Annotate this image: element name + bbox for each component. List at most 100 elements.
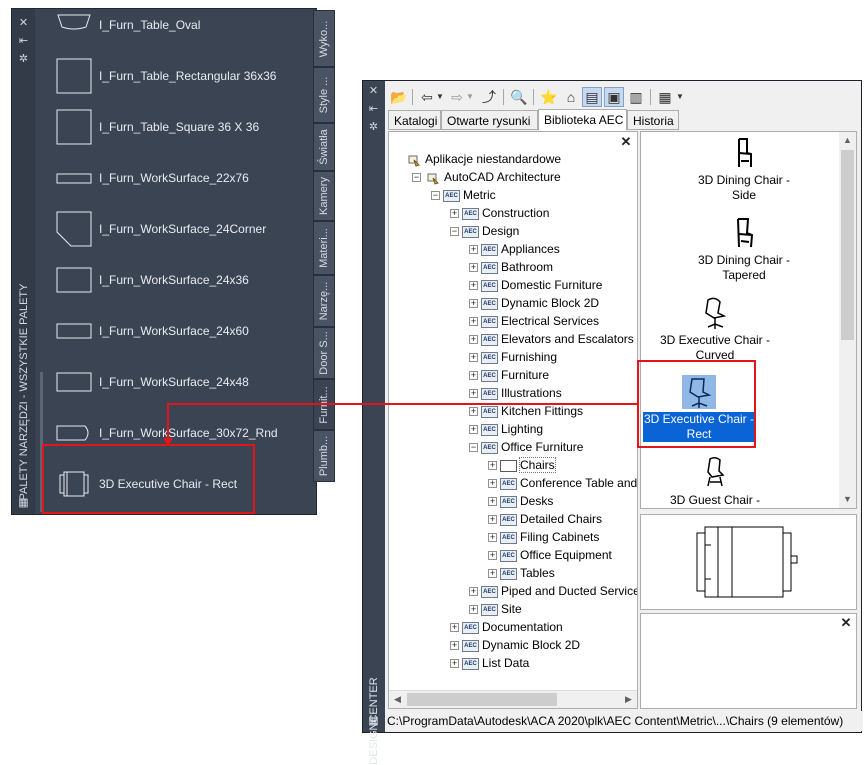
tree-node[interactable]: + AEC Dynamic Block 2D [469,294,599,312]
tab-wyko[interactable]: Wyko... [313,10,335,67]
tool-item[interactable]: I_Furn_WorkSurface_22x76 [56,156,316,200]
tool-item[interactable]: I_Furn_WorkSurface_24x60 [56,309,316,353]
tab-door-s[interactable]: Door S... [313,327,335,379]
tree-node[interactable]: + AEC Domestic Furniture [469,276,602,294]
tool-palette-scrollbar[interactable] [40,372,43,512]
tab-narzedzia[interactable]: Narzę... [313,275,335,327]
tree-node[interactable]: + AEC Filing Cabinets [488,528,599,546]
collapse-icon[interactable]: − [450,227,459,237]
content-item[interactable]: 3D Executive Chair - Curved [645,296,785,363]
tree-node[interactable]: + AEC Dynamic Block 2D [450,636,580,654]
tree-node[interactable]: + AEC Documentation [450,618,563,636]
expand-icon[interactable]: + [469,263,478,273]
tab-kamery[interactable]: Kamery [313,171,335,221]
designcenter-title-bar[interactable]: ✕ ⇤ ✲ DESIGNCENTER ▦ [363,81,385,765]
scroll-right-icon[interactable]: ▶ [620,691,637,708]
expand-icon[interactable]: + [469,353,478,363]
properties-icon[interactable]: ✲ [17,53,30,65]
tab-plumbing[interactable]: Plumb... [313,430,335,482]
expand-icon[interactable]: + [450,623,459,633]
chevron-down-icon[interactable]: ▼ [465,87,475,107]
scrollbar-thumb[interactable] [841,150,854,340]
tree-node[interactable]: − AEC Metric [431,186,496,204]
expand-icon[interactable]: + [450,659,459,669]
tab-historia[interactable]: Historia [627,110,679,130]
content-item[interactable]: 3D Dining Chair - Tapered [689,216,799,283]
forward-icon[interactable]: ⇨ [447,87,467,107]
tool-item[interactable]: I_Furn_Table_Rectangular 36x36 [56,54,316,98]
expand-icon[interactable]: + [469,245,478,255]
auto-hide-icon[interactable]: ⇤ [17,35,30,47]
tree-node[interactable]: − AutoCAD Architecture [412,168,561,186]
scroll-left-icon[interactable]: ◀ [389,691,406,708]
tree-node[interactable]: + AEC Site [469,600,522,618]
tree-node[interactable]: + AEC Bathroom [469,258,553,276]
tool-item[interactable]: I_Furn_WorkSurface_24x48 [56,360,316,404]
tab-katalogi[interactable]: Katalogi [388,110,441,130]
expand-icon[interactable]: + [469,389,478,399]
tree-horizontal-scrollbar[interactable]: ◀ ▶ [389,690,637,708]
tab-biblioteka-aec[interactable]: Biblioteka AEC [538,109,627,131]
search-icon[interactable]: 🔍 [509,87,529,107]
tree-node[interactable]: + AEC Construction [450,204,549,222]
expand-icon[interactable]: + [488,479,497,489]
tree-node[interactable]: Aplikacje niestandardowe [393,150,561,168]
collapse-icon[interactable]: − [412,173,421,183]
tree-view-toggle-icon[interactable]: ▤ [582,87,602,107]
views-icon[interactable]: ▦ [655,87,675,107]
properties-icon[interactable]: ✲ [367,121,380,133]
tree-node[interactable]: + AEC Furnishing [469,348,557,366]
expand-icon[interactable]: + [488,515,497,525]
home-icon[interactable]: ⌂ [561,87,581,107]
tree-node[interactable]: + AEC Office Equipment [488,546,612,564]
tree-node[interactable]: + AEC Detailed Chairs [488,510,602,528]
scroll-down-icon[interactable]: ▼ [839,491,856,508]
expand-icon[interactable]: + [488,461,497,471]
tree-node[interactable]: + AEC Kitchen Fittings [469,402,583,420]
expand-icon[interactable]: + [469,425,478,435]
tool-item-selected[interactable]: 3D Executive Chair - Rect [56,462,316,506]
palette-menu-icon[interactable]: ▦ [17,497,30,509]
close-icon[interactable]: ✕ [367,85,380,97]
close-icon[interactable]: ✕ [17,17,30,29]
tool-item[interactable]: I_Furn_Table_Oval [56,3,316,47]
content-item-selected[interactable]: 3D Executive Chair - Rect [643,375,755,442]
tab-materialy[interactable]: Materi... [313,221,335,275]
expand-icon[interactable]: + [469,299,478,309]
auto-hide-icon[interactable]: ⇤ [367,103,380,115]
tool-palette-title-bar[interactable]: ✕ ⇤ ✲ PALETY NARZĘDZI - WSZYSTKIE PALETY… [12,9,35,514]
favorites-icon[interactable]: ⭐ [539,87,559,107]
expand-icon[interactable]: + [469,371,478,381]
tree-node[interactable]: + AEC Electrical Services [469,312,599,330]
content-item[interactable]: 3D Guest Chair - [645,456,785,508]
content-vertical-scrollbar[interactable]: ▲ ▼ [839,132,856,508]
chevron-down-icon[interactable]: ▼ [675,87,685,107]
tab-furniture[interactable]: Furnit... [313,379,335,430]
tab-style[interactable]: Style ... [313,67,335,123]
description-toggle-icon[interactable]: ▥ [626,87,646,107]
load-icon[interactable]: 📂 [389,87,409,107]
expand-icon[interactable]: + [450,209,459,219]
tree-node[interactable]: + AEC Illustrations [469,384,562,402]
expand-icon[interactable]: + [469,587,478,597]
expand-icon[interactable]: + [450,641,459,651]
tree-node[interactable]: + AEC Elevators and Escalators [469,330,634,348]
chevron-down-icon[interactable]: ▼ [435,87,445,107]
collapse-icon[interactable]: − [431,191,440,201]
expand-icon[interactable]: + [488,497,497,507]
collapse-icon[interactable]: − [469,443,478,453]
expand-icon[interactable]: + [469,335,478,345]
tree-node[interactable]: + AEC Lighting [469,420,543,438]
expand-icon[interactable]: + [488,533,497,543]
tool-item[interactable]: I_Furn_WorkSurface_24Corner [56,207,316,251]
scroll-up-icon[interactable]: ▲ [839,132,856,149]
palette-menu-icon[interactable]: ▦ [367,715,380,727]
tree-node[interactable]: + AEC Furniture [469,366,549,384]
expand-icon[interactable]: + [469,605,478,615]
tab-swiatla[interactable]: Światła [313,123,335,171]
tree-node[interactable]: + AEC Appliances [469,240,560,258]
expand-icon[interactable]: + [469,407,478,417]
close-icon[interactable]: ✕ [839,616,853,630]
expand-icon[interactable]: + [488,551,497,561]
tree-node[interactable]: − AEC Design [450,222,519,240]
